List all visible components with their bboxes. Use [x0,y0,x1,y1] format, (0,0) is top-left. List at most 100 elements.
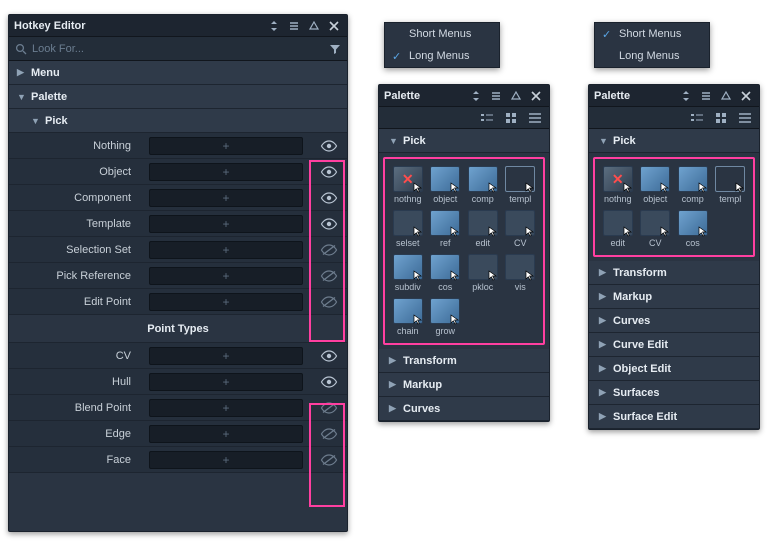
hotkey-input[interactable]: + [149,451,303,469]
hotkey-input[interactable]: + [149,267,303,285]
palette-tool-edit[interactable]: edit [601,209,635,249]
palette-section-curves[interactable]: ▶Curves [379,397,549,421]
visibility-toggle[interactable] [311,263,347,289]
visibility-toggle[interactable] [311,185,347,211]
filter-icon[interactable] [329,43,341,55]
palette-tool-grow[interactable]: grow [429,297,463,337]
chevron-right-icon: ▶ [599,315,609,326]
chevron-right-icon: ▶ [17,67,27,78]
palette-tool-vis[interactable]: vis [504,253,538,293]
list-icon[interactable] [286,19,302,33]
palette-tool-pkloc[interactable]: pkloc [466,253,500,293]
palette-tool-subdiv[interactable]: subdiv [391,253,425,293]
palette-tool-nothng[interactable]: nothng [391,165,425,205]
menu-item-short-menus[interactable]: Short Menus [595,23,709,45]
chevron-down-icon: ▼ [17,92,27,102]
hotkey-input[interactable]: + [149,293,303,311]
triangle-icon[interactable] [306,19,322,33]
detail-list-icon[interactable] [479,110,495,126]
palette-section-surface-edit[interactable]: ▶Surface Edit [589,405,759,429]
dock-up-down-icon[interactable] [266,19,282,33]
hotkey-label: Nothing [9,140,141,152]
hotkey-label: Template [9,218,141,230]
palette-tool-comp[interactable]: comp [676,165,710,205]
palette-tool-object[interactable]: object [429,165,463,205]
visibility-toggle[interactable] [311,369,347,395]
section-palette[interactable]: ▼ Palette [9,85,347,109]
visibility-toggle[interactable] [311,421,347,447]
grid-icon[interactable] [503,110,519,126]
chevron-right-icon: ▶ [599,291,609,302]
menu-icon[interactable] [527,110,543,126]
chevron-right-icon: ▶ [389,355,399,366]
palette-tool-selset[interactable]: selset [391,209,425,249]
palette-section-surfaces[interactable]: ▶Surfaces [589,381,759,405]
palette-tool-cos[interactable]: cos [429,253,463,293]
close-icon[interactable] [326,19,342,33]
visibility-toggle[interactable] [311,211,347,237]
hotkey-input[interactable]: + [149,425,303,443]
palette-section-object-edit[interactable]: ▶Object Edit [589,357,759,381]
dock-up-down-icon[interactable] [678,89,694,103]
hotkey-label: Face [9,454,141,466]
menu-item-short-menus[interactable]: Short Menus [385,23,499,45]
section-palette-label: Palette [31,91,67,103]
hotkey-label: Edge [9,428,141,440]
visibility-toggle[interactable] [311,395,347,421]
close-icon[interactable] [528,89,544,103]
hotkey-input[interactable]: + [149,163,303,181]
hotkey-input[interactable]: + [149,399,303,417]
close-icon[interactable] [738,89,754,103]
hotkey-input[interactable]: + [149,137,303,155]
palette-tool-cos[interactable]: cos [676,209,710,249]
palette-tool-ref[interactable]: ref [429,209,463,249]
triangle-icon[interactable] [718,89,734,103]
list-icon[interactable] [488,89,504,103]
visibility-toggle[interactable] [311,237,347,263]
menu-icon[interactable] [737,110,753,126]
palette-section-pick[interactable]: ▼ Pick [379,129,549,153]
palette-section-curve-edit[interactable]: ▶Curve Edit [589,333,759,357]
hotkey-input[interactable]: + [149,373,303,391]
menu-item-long-menus[interactable]: Long Menus [595,45,709,67]
section-menu[interactable]: ▶ Menu [9,61,347,85]
palette-tool-templ[interactable]: templ [504,165,538,205]
dock-up-down-icon[interactable] [468,89,484,103]
palette-tool-nothng[interactable]: nothng [601,165,635,205]
hotkey-input[interactable]: + [149,347,303,365]
palette-tool-CV[interactable]: CV [639,209,673,249]
palette-tool-templ[interactable]: templ [714,165,748,205]
palette-section-markup[interactable]: ▶Markup [589,285,759,309]
grid-icon[interactable] [713,110,729,126]
triangle-icon[interactable] [508,89,524,103]
detail-list-icon[interactable] [689,110,705,126]
hotkey-label: Hull [9,376,141,388]
palette-section-pick[interactable]: ▼ Pick [589,129,759,153]
visibility-toggle[interactable] [311,159,347,185]
palette-section-curves[interactable]: ▶Curves [589,309,759,333]
palette-section-transform[interactable]: ▶Transform [589,261,759,285]
palette-section-markup[interactable]: ▶Markup [379,373,549,397]
visibility-toggle[interactable] [311,133,347,159]
hotkey-editor-title: Hotkey Editor [14,20,86,32]
visibility-toggle[interactable] [311,289,347,315]
visibility-toggle[interactable] [311,447,347,473]
palette-tool-edit[interactable]: edit [466,209,500,249]
palette-tool-comp[interactable]: comp [466,165,500,205]
hotkey-input[interactable]: + [149,189,303,207]
palette-section-transform[interactable]: ▶Transform [379,349,549,373]
hotkey-input[interactable]: + [149,241,303,259]
chevron-down-icon: ▼ [389,136,399,146]
search-input[interactable] [32,43,329,55]
chevron-down-icon: ▼ [599,136,609,146]
palette-tool-chain[interactable]: chain [391,297,425,337]
list-icon[interactable] [698,89,714,103]
menu-item-long-menus[interactable]: Long Menus [385,45,499,67]
hotkey-input[interactable]: + [149,215,303,233]
section-pick[interactable]: ▼ Pick [9,109,347,133]
palette-tool-object[interactable]: object [639,165,673,205]
palette-title: Palette [384,90,420,102]
visibility-toggle[interactable] [311,343,347,369]
palette-tool-CV[interactable]: CV [504,209,538,249]
section-pick-label: Pick [45,115,68,127]
